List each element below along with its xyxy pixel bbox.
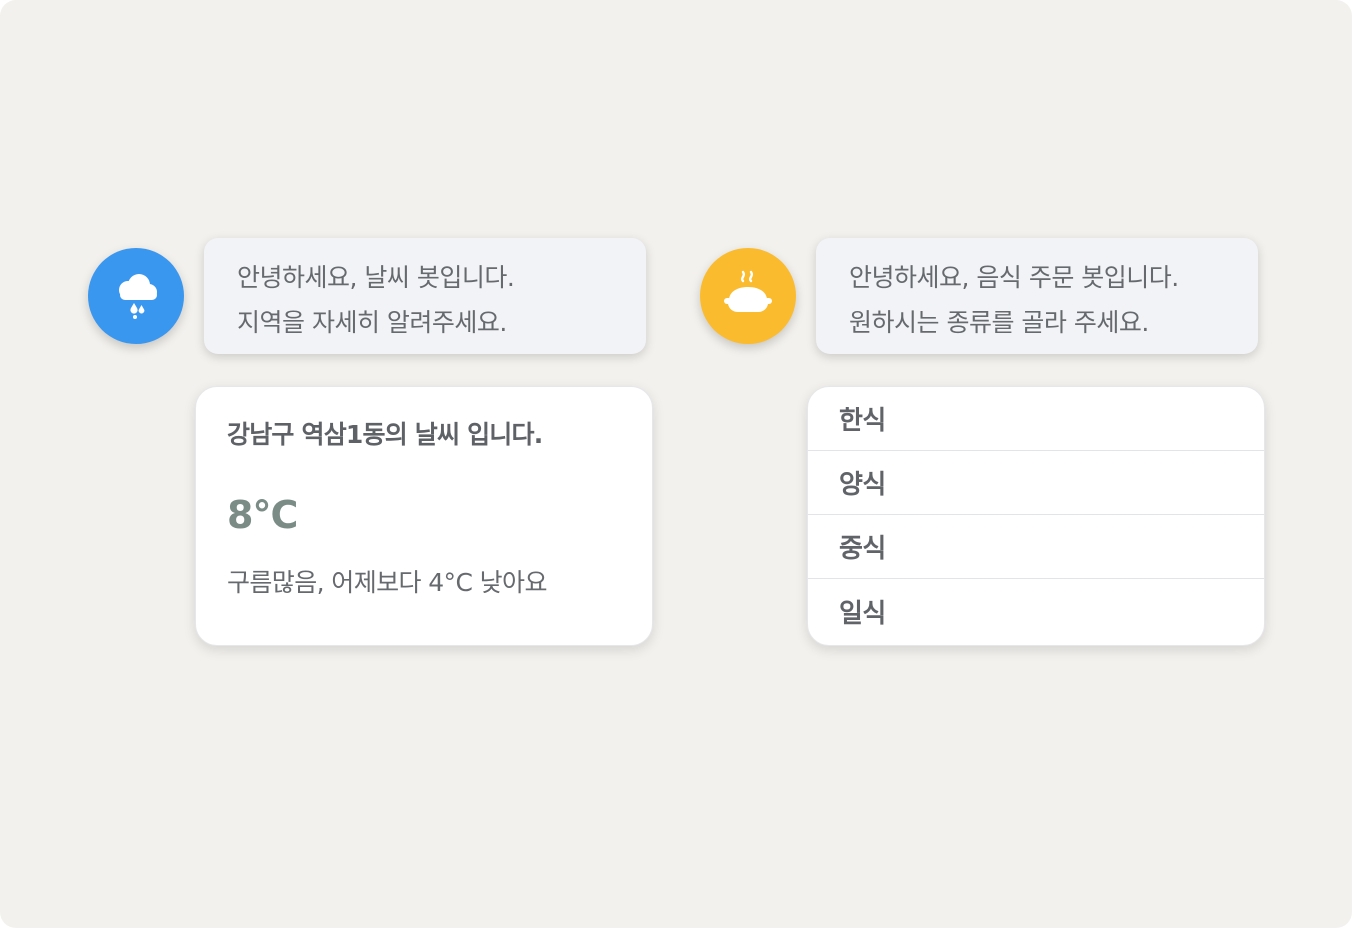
rain-cloud-icon: [108, 268, 164, 324]
food-option-japanese[interactable]: 일식: [808, 579, 1264, 643]
food-greeting-line-1: 안녕하세요, 음식 주문 봇입니다.: [849, 263, 1179, 292]
chat-canvas: 안녕하세요, 날씨 봇입니다. 지역을 자세히 알려주세요. 강남구 역삼1동의…: [0, 0, 1352, 928]
weather-location-title: 강남구 역삼1동의 날씨 입니다.: [227, 420, 543, 449]
weather-temperature: 8°C: [227, 493, 298, 537]
food-bot-avatar: [700, 248, 796, 344]
weather-bot-greeting-bubble: 안녕하세요, 날씨 봇입니다. 지역을 자세히 알려주세요.: [204, 238, 646, 354]
weather-description: 구름많음, 어제보다 4°C 낮아요: [227, 568, 547, 597]
food-bot-greeting-bubble: 안녕하세요, 음식 주문 봇입니다. 원하시는 종류를 골라 주세요.: [816, 238, 1258, 354]
weather-result-card: 강남구 역삼1동의 날씨 입니다. 8°C 구름많음, 어제보다 4°C 낮아요: [195, 386, 653, 646]
food-greeting-line-2: 원하시는 종류를 골라 주세요.: [849, 308, 1149, 337]
food-option-chinese[interactable]: 중식: [808, 515, 1264, 579]
weather-greeting-line-1: 안녕하세요, 날씨 봇입니다.: [237, 263, 515, 292]
food-option-western[interactable]: 양식: [808, 451, 1264, 515]
food-options-list: 한식 양식 중식 일식: [807, 386, 1265, 646]
weather-greeting-line-2: 지역을 자세히 알려주세요.: [237, 308, 507, 337]
weather-bot-avatar: [88, 248, 184, 344]
steaming-dish-icon: [716, 264, 780, 328]
food-option-korean[interactable]: 한식: [808, 387, 1264, 451]
